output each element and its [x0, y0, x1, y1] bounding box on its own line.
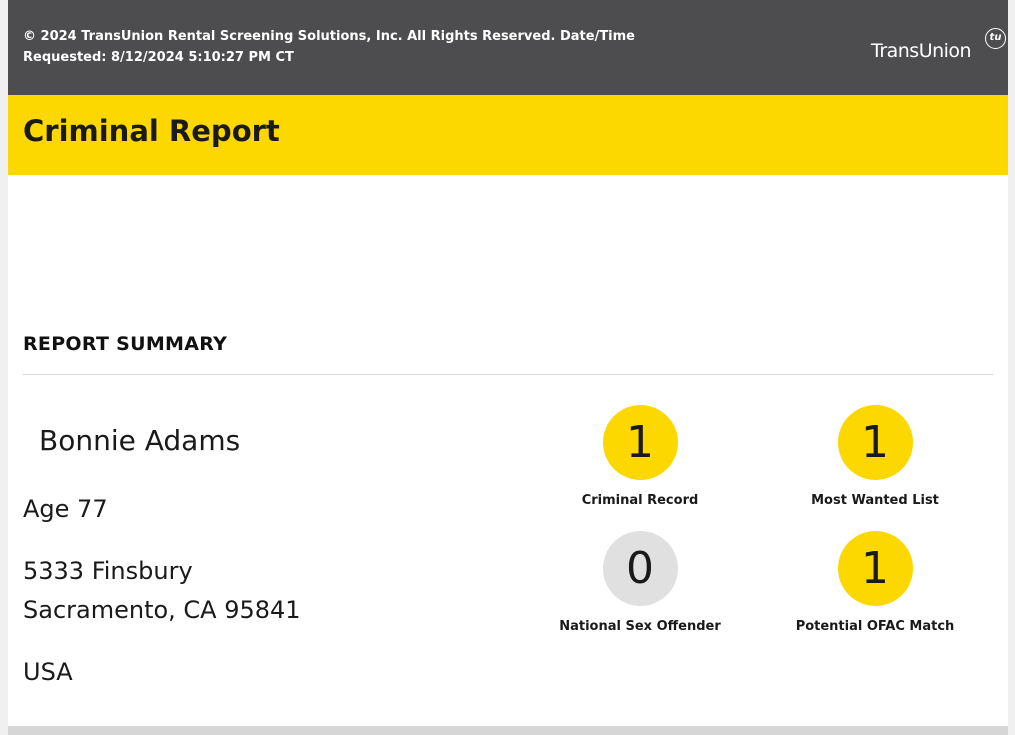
transunion-logo: TransUnion tu [868, 26, 1008, 66]
footer-bar [8, 726, 1008, 735]
address-line-1: 5333 Finsbury [23, 557, 193, 585]
logo-mark-icon: tu [985, 28, 1006, 49]
title-bar: Criminal Report [8, 95, 1008, 175]
subject-name: Bonnie Adams [39, 424, 241, 457]
address-line-2: Sacramento, CA 95841 [23, 596, 301, 624]
stat-label: National Sex Offender [559, 619, 721, 634]
copyright-text: © 2024 TransUnion Rental Screening Solut… [23, 29, 636, 65]
section-divider [23, 374, 993, 375]
address-country: USA [23, 658, 73, 686]
stat-sex-offender[interactable]: 0 National Sex Offender [540, 531, 740, 634]
logo-text: TransUnion [871, 40, 972, 62]
stat-criminal-record[interactable]: 1 Criminal Record [540, 405, 740, 508]
stat-ofac-match[interactable]: 1 Potential OFAC Match [775, 531, 975, 634]
subject-age: Age 77 [23, 495, 108, 523]
page-title: Criminal Report [23, 114, 280, 148]
report-summary-heading: REPORT SUMMARY [23, 333, 228, 355]
header-bar: © 2024 TransUnion Rental Screening Solut… [8, 0, 1008, 95]
report-page: © 2024 TransUnion Rental Screening Solut… [8, 0, 1008, 735]
stat-count-badge: 1 [602, 405, 678, 480]
stat-most-wanted[interactable]: 1 Most Wanted List [775, 405, 975, 508]
stat-count-badge: 1 [837, 531, 913, 606]
stat-label: Criminal Record [581, 493, 699, 508]
stat-label: Potential OFAC Match [795, 619, 955, 634]
stat-count-badge: 0 [602, 531, 678, 606]
stat-label: Most Wanted List [811, 493, 939, 508]
stat-count-badge: 1 [837, 405, 913, 480]
